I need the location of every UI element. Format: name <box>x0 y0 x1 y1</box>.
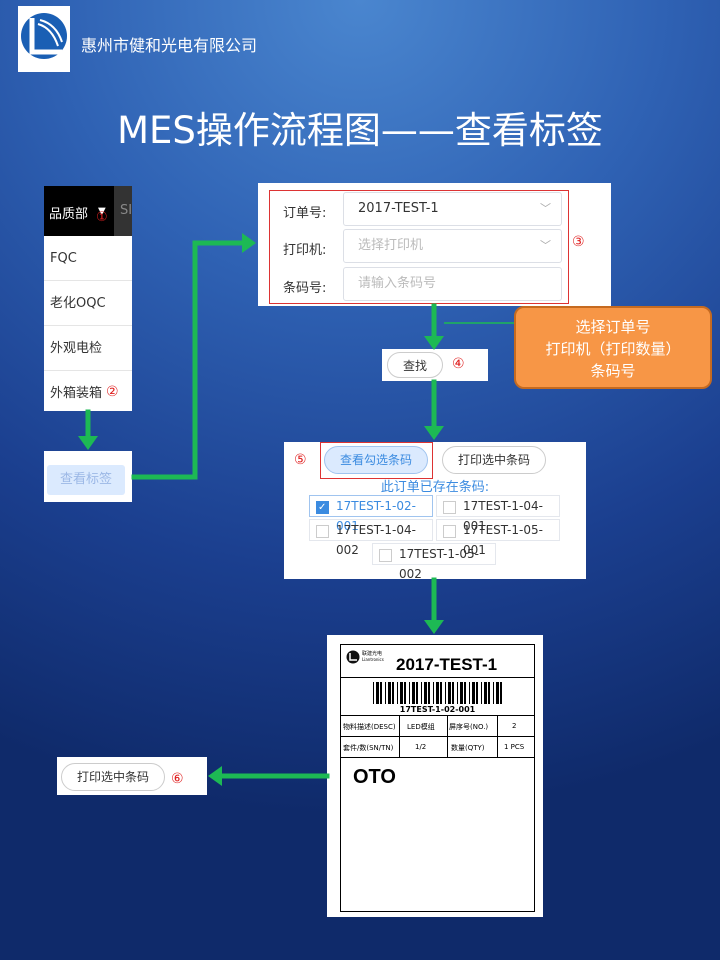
page-title: MES操作流程图——查看标签 <box>117 109 603 152</box>
barcode-checkbox[interactable]: 17TEST-1-02-001 <box>309 495 433 533</box>
order-label: 订单号: <box>283 206 327 221</box>
menu-item-visual-check[interactable]: 外观电检 <box>44 326 132 371</box>
note-line-2: 打印机（打印数量） <box>545 340 681 358</box>
step-marker-4: ④ <box>452 356 465 372</box>
barcode-checkbox[interactable]: 17TEST-1-04-001 <box>436 495 560 533</box>
brand-name-en: Liantronics <box>362 657 384 662</box>
checkbox-icon <box>316 525 329 538</box>
note-line-3: 条码号 <box>590 362 636 380</box>
screen-no-value: 2 <box>512 722 517 730</box>
order-form-panel: 订单号: 2017-TEST-1 ﹀ 打印机: 选择打印机 ﹀ 条码号: 请输入… <box>258 183 611 306</box>
desc-label: 物料描述(DESC) <box>343 723 396 731</box>
existing-barcodes-heading: 此订单已存在条码: <box>380 480 490 495</box>
step-marker-3: ③ <box>572 234 585 250</box>
find-button[interactable]: 查找 <box>387 352 443 378</box>
brand-name: 联建光电 <box>362 651 383 657</box>
menu-item-aging-oqc[interactable]: 老化OQC <box>44 281 132 326</box>
view-label-button[interactable]: 查看标签 <box>47 465 125 495</box>
checkbox-checked-icon <box>316 498 329 518</box>
screen-no-label: 屏序号(NO.) <box>449 723 489 731</box>
barcode-label: 条码号: <box>283 281 327 296</box>
barcode-list-panel: ⑤ 查看勾选条码 打印选中条码 此订单已存在条码: 17TEST-1-02-00… <box>284 442 586 581</box>
arrow-right-1 <box>131 240 249 480</box>
desc-value: LED模组 <box>407 723 435 731</box>
barcode-input[interactable]: 请输入条码号 <box>343 267 562 301</box>
step-marker-2: ② <box>106 384 119 400</box>
barcode-checkbox[interactable]: 17TEST-1-04-002 <box>309 519 433 557</box>
brand-logo-icon <box>346 650 360 664</box>
label-order-number: 2017-TEST-1 <box>396 655 498 674</box>
chevron-down-icon: ﹀ <box>540 239 551 252</box>
barcode-input-placeholder: 请输入条码号 <box>358 276 437 291</box>
cut-tab-text: SI <box>120 203 132 218</box>
label-preview: 联建光电 Liantronics 2017-TEST-1 17TEST-1-02… <box>327 635 543 917</box>
print-selected-barcodes-button[interactable]: 打印选中条码 <box>442 446 546 474</box>
instruction-note: 选择订单号 打印机（打印数量） 条码号 <box>514 306 712 389</box>
barcode-text: 17TEST-1-02-001 <box>399 705 476 714</box>
company-logo <box>18 6 70 72</box>
label-frame: 联建光电 Liantronics 2017-TEST-1 17TEST-1-02… <box>340 644 535 912</box>
checkbox-icon <box>443 525 456 538</box>
chevron-down-icon: ﹀ <box>540 202 551 215</box>
note-line-1: 选择订单号 <box>575 318 651 336</box>
company-name: 惠州市健和光电有限公司 <box>81 36 258 55</box>
view-label-panel: 查看标签 <box>44 451 132 502</box>
qty-label: 数量(QTY) <box>451 744 485 752</box>
find-panel: 查找 ④ <box>382 349 488 381</box>
menu-item-outer-packing[interactable]: 外箱装箱 <box>44 371 132 411</box>
order-select-value: 2017-TEST-1 <box>358 201 439 216</box>
checkbox-icon <box>379 549 392 562</box>
dept-dropdown-label[interactable]: 品质部 <box>49 203 88 222</box>
step-marker-6: ⑥ <box>171 771 184 787</box>
printer-select-placeholder: 选择打印机 <box>358 238 424 253</box>
menu-item-fqc[interactable]: FQC <box>44 236 132 281</box>
step-marker-1: ① <box>96 210 108 225</box>
department-menu-panel: 品质部 ▼ SI ① FQC 老化OQC 外观电检 外箱装箱 ② <box>44 186 132 411</box>
qty-value: 1 PCS <box>504 743 525 751</box>
printer-label: 打印机: <box>283 243 327 258</box>
barcode-checkbox[interactable]: 17TEST-1-05-002 <box>372 543 496 581</box>
print-selected-barcodes-button[interactable]: 打印选中条码 <box>61 763 165 791</box>
barcode-code: 17TEST-1-05-002 <box>399 547 479 581</box>
sn-label: 套件/数(SN/TN) <box>343 744 394 752</box>
checkbox-icon <box>443 501 456 514</box>
view-checked-barcodes-button[interactable]: 查看勾选条码 <box>324 446 428 474</box>
step-marker-5: ⑤ <box>294 452 307 468</box>
print-panel: 打印选中条码 ⑥ <box>57 757 207 795</box>
printer-select[interactable]: 选择打印机 ﹀ <box>343 229 562 263</box>
barcode-checkbox[interactable]: 17TEST-1-05-001 <box>436 519 560 557</box>
sn-value: 1/2 <box>415 743 427 751</box>
label-big-text: OTO <box>353 766 396 788</box>
menu-header[interactable]: 品质部 ▼ SI ① <box>44 186 132 236</box>
barcode-graphic <box>373 682 502 704</box>
order-select[interactable]: 2017-TEST-1 ﹀ <box>343 192 562 226</box>
